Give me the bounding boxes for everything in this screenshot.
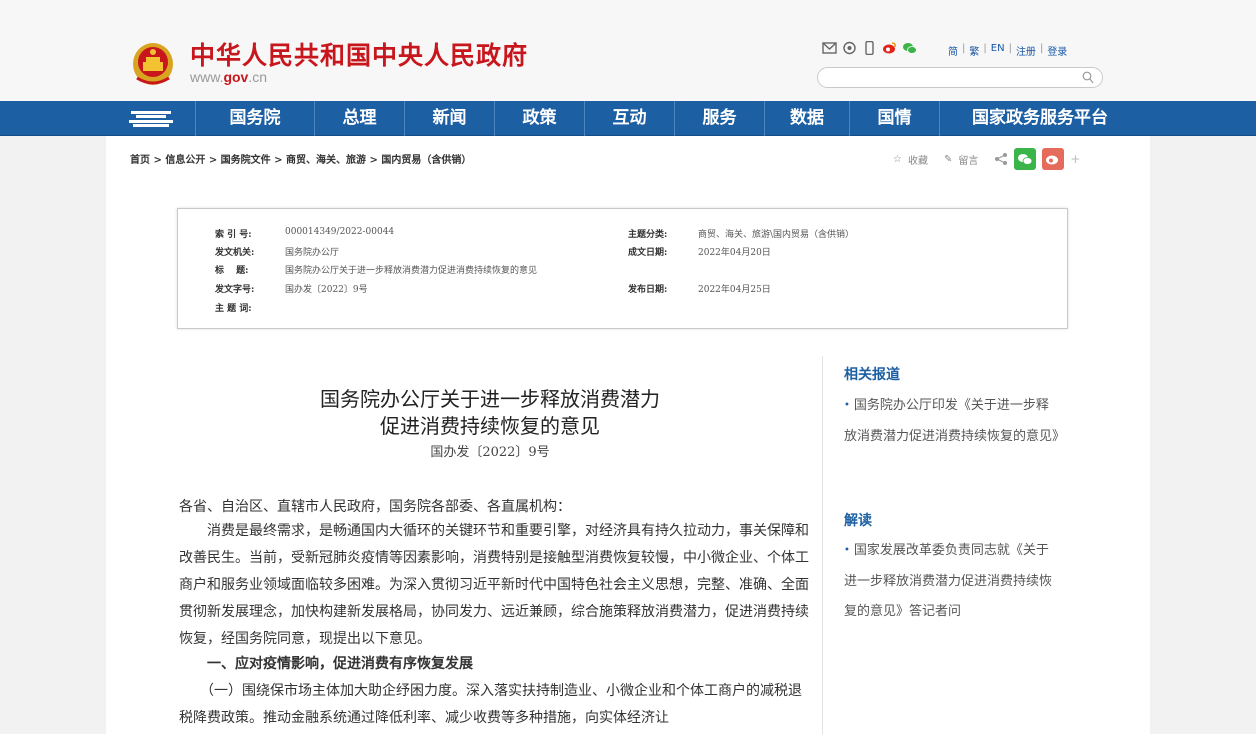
wechat-icon[interactable] <box>902 41 917 55</box>
nav-item-national-profile[interactable]: 国情 <box>850 101 939 136</box>
article-title-line1: 国务院办公厅关于进一步释放消费潜力 <box>320 387 660 411</box>
site-url-prefix: www. <box>190 69 224 85</box>
home-gate-icon[interactable] <box>128 108 174 130</box>
nav-item-news[interactable]: 新闻 <box>405 101 494 136</box>
more-share-icon[interactable]: + <box>1070 152 1080 166</box>
weibo-share-icon[interactable] <box>1042 148 1065 170</box>
sidebar-divider <box>822 356 823 734</box>
article-title-line2: 促进消费持续恢复的意见 <box>380 414 600 438</box>
pen-icon[interactable]: ✎ <box>944 154 952 165</box>
interpretation-link[interactable]: • 国家发展改革委负责同志就《关于进一步释放消费潜力促进消费持续恢复的意见》答记者… <box>844 536 1059 628</box>
weibo-icon[interactable] <box>882 41 897 55</box>
bullet-icon: • <box>844 545 850 556</box>
site-url-suffix: .cn <box>248 69 268 85</box>
meta-issuer: 发文机关: 国务院办公厅 <box>215 248 340 258</box>
site-url-domain: gov <box>223 69 249 85</box>
main-nav: 国务院 总理 新闻 政策 互动 服务 数据 国情 国家政务服务平台 <box>0 101 1256 136</box>
meta-written-date: 成文日期: 2022年04月20日 <box>628 248 771 258</box>
favorite-label[interactable]: 收藏 <box>908 152 928 167</box>
meta-category: 主题分类: 商贸、海关、旅游\国内贸易（含供销） <box>628 230 855 240</box>
top-icons <box>822 41 917 55</box>
link-english[interactable]: EN <box>991 43 1005 58</box>
link-traditional[interactable]: 繁 <box>969 43 979 58</box>
article-docno: 国办发〔2022〕9号 <box>430 445 550 460</box>
nav-item-data[interactable]: 数据 <box>765 101 849 136</box>
interpretation-text[interactable]: 国家发展改革委负责同志就《关于进一步释放消费潜力促进消费持续恢复的意见》答记者问 <box>844 543 1052 619</box>
link-register[interactable]: 注册 <box>1016 43 1036 58</box>
link-login[interactable]: 登录 <box>1047 43 1067 58</box>
mobile-icon[interactable] <box>862 41 877 55</box>
article-paragraph: 消费是最终需求，是畅通国内大循环的关键环节和重要引擎，对经济具有持久拉动力，事关… <box>179 523 809 647</box>
site-header: 中华人民共和国中央人民政府 www.gov.cn 简 | 繁 | EN | 注册 | 登… <box>0 0 1256 101</box>
meta-docno: 发文字号: 国办发〔2022〕9号 <box>215 285 368 295</box>
related-reports-heading: 相关报道 <box>844 367 900 383</box>
top-links: 简 | 繁 | EN | 注册 | 登录 <box>948 43 1068 58</box>
article-salutation: 各省、自治区、直辖市人民政府，国务院各部委、各直属机构： <box>179 499 571 515</box>
search-input[interactable] <box>830 70 1080 90</box>
nav-item-services[interactable]: 服务 <box>675 101 764 136</box>
meta-title: 标 题: 国务院办公厅关于进一步释放消费潜力促进消费持续恢复的意见 <box>215 266 538 276</box>
wechat-share-icon[interactable] <box>1014 148 1037 170</box>
meta-keywords: 主 题 词: <box>215 304 252 314</box>
article-paragraph: （一）围绕保市场主体加大助企纾困力度。深入落实扶持制造业、小微企业和个体工商户的… <box>179 683 802 726</box>
article-tools: ☆ 收藏 ✎ 留言 + <box>893 148 1080 170</box>
star-icon[interactable]: ☆ <box>893 154 902 165</box>
related-report-link[interactable]: • 国务院办公厅印发《关于进一步释放消费潜力促进消费持续恢复的意见》 <box>844 391 1065 452</box>
comment-label[interactable]: 留言 <box>958 152 978 167</box>
meta-published-date: 发布日期: 2022年04月25日 <box>628 285 771 295</box>
site-title[interactable]: 中华人民共和国中央人民政府 <box>190 36 528 72</box>
national-emblem-icon[interactable] <box>131 38 175 86</box>
related-report-text[interactable]: 国务院办公厅印发《关于进一步释放消费潜力促进消费持续恢复的意见》 <box>844 398 1065 444</box>
article-section-heading: 一、应对疫情影响，促进消费有序恢复发展 <box>179 656 473 672</box>
breadcrumb[interactable]: 首页 > 信息公开 > 国务院文件 > 商贸、海关、旅游 > 国内贸易（含供销） <box>130 151 471 166</box>
nav-item-state-council[interactable]: 国务院 <box>196 101 314 136</box>
bullet-icon: • <box>844 400 850 411</box>
search-box <box>817 67 1103 90</box>
mail-icon[interactable] <box>822 41 837 55</box>
meta-index: 索 引 号: 000014349/2022-00044 <box>215 227 395 240</box>
globe-icon[interactable] <box>842 41 857 55</box>
nav-item-interaction[interactable]: 互动 <box>585 101 674 136</box>
nav-item-policy[interactable]: 政策 <box>495 101 584 136</box>
nav-item-premier[interactable]: 总理 <box>315 101 404 136</box>
search-icon[interactable] <box>1082 71 1094 84</box>
nav-item-service-platform[interactable]: 国家政务服务平台 <box>940 101 1140 136</box>
site-url[interactable]: www.gov.cn <box>190 69 267 85</box>
share-icon[interactable] <box>994 152 1008 166</box>
link-simplified[interactable]: 简 <box>948 43 958 58</box>
interpretation-heading: 解读 <box>844 513 872 529</box>
